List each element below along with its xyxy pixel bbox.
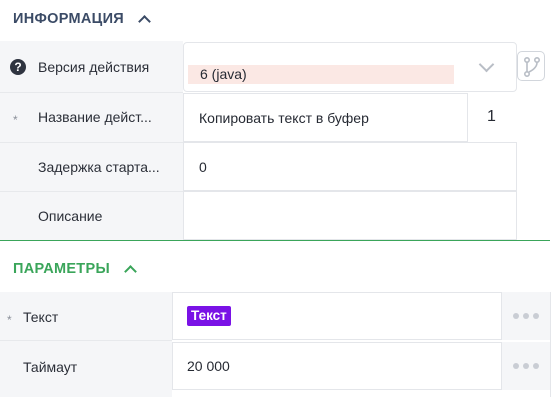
- text-param-field[interactable]: Текст: [172, 292, 502, 340]
- timeout-value: 20 000: [187, 358, 230, 374]
- text-param-label: Текст: [23, 309, 59, 325]
- section-divider: [0, 240, 550, 241]
- name-field[interactable]: Копировать текст в буфер: [183, 93, 468, 142]
- params-label-column: [0, 292, 172, 397]
- params-section-title: ПАРАМЕТРЫ: [13, 261, 110, 277]
- row-divider: [0, 92, 183, 93]
- chevron-down-icon[interactable]: [478, 56, 495, 73]
- version-label: Версия действия: [38, 59, 150, 75]
- chevron-up-icon[interactable]: [138, 14, 151, 28]
- version-value: 6 (java): [188, 65, 454, 84]
- timeout-param-field[interactable]: 20 000: [172, 342, 502, 390]
- row-divider: [0, 340, 172, 341]
- info-section-header[interactable]: ИНФОРМАЦИЯ: [0, 0, 554, 38]
- action-properties-panel: ИНФОРМАЦИЯ ? Версия действия 6 (java) * …: [0, 0, 554, 397]
- delay-label: Задержка старта...: [38, 159, 160, 175]
- branch-button[interactable]: [517, 51, 545, 81]
- version-select[interactable]: 6 (java): [183, 42, 517, 92]
- action-index: 1: [487, 108, 496, 125]
- delay-value: 0: [199, 158, 207, 175]
- branch-icon: [524, 57, 540, 77]
- required-marker: *: [7, 313, 12, 327]
- timeout-param-label: Таймаут: [23, 359, 78, 375]
- variable-chip[interactable]: Текст: [187, 306, 231, 326]
- delay-field[interactable]: 0: [183, 142, 517, 191]
- text-param-more-button[interactable]: [502, 292, 550, 340]
- required-marker: *: [13, 113, 18, 127]
- row-divider: [0, 191, 183, 192]
- row-divider: [0, 142, 183, 143]
- chevron-up-icon[interactable]: [124, 264, 137, 278]
- description-label: Описание: [38, 208, 103, 224]
- info-section-title: ИНФОРМАЦИЯ: [13, 11, 125, 27]
- description-field[interactable]: [183, 191, 517, 240]
- name-value: Копировать текст в буфер: [199, 109, 369, 126]
- more-horizontal-icon: [513, 363, 539, 369]
- params-section-header[interactable]: ПАРАМЕТРЫ: [0, 250, 554, 288]
- help-icon[interactable]: ?: [10, 59, 26, 75]
- timeout-param-more-button[interactable]: [502, 342, 550, 390]
- more-horizontal-icon: [513, 313, 539, 319]
- panel-edge: [550, 292, 551, 397]
- name-label: Название дейст...: [38, 109, 152, 125]
